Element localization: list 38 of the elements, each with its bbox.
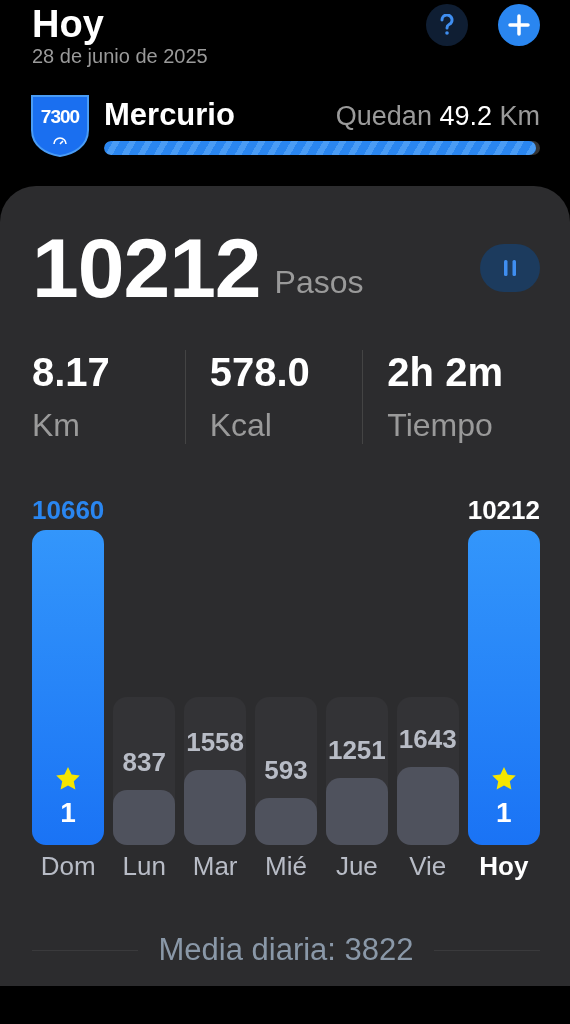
- step-unit: Pasos: [274, 263, 364, 301]
- stat-value: 8.17: [32, 350, 111, 395]
- help-button[interactable]: [426, 4, 468, 46]
- bar-value: 1643: [397, 723, 458, 755]
- step-count: 10212: [32, 226, 261, 310]
- goal-badge: 7300: [30, 94, 90, 158]
- bar-value: 10660: [32, 495, 105, 526]
- star-count: 1: [496, 797, 512, 829]
- stat-unit: Tiempo: [387, 407, 494, 444]
- day-label[interactable]: Dom: [40, 851, 96, 882]
- plus-icon: [508, 14, 530, 36]
- day-label[interactable]: Mar: [192, 851, 238, 882]
- pause-button[interactable]: [480, 244, 540, 292]
- day-label[interactable]: Jue: [335, 851, 378, 882]
- bar-value: 10212: [467, 495, 540, 526]
- stat-value: 578.0: [209, 350, 311, 395]
- stat-unit: Km: [32, 407, 81, 444]
- star-count: 1: [60, 797, 76, 829]
- star-icon: [490, 766, 517, 791]
- bar-value: 593: [263, 754, 309, 786]
- day-label[interactable]: Lun: [122, 851, 166, 882]
- question-icon: [440, 14, 454, 36]
- bar-value: 1251: [326, 735, 387, 767]
- bar-value: 837: [121, 747, 167, 779]
- star-icon: [55, 766, 82, 791]
- day-label[interactable]: Vie: [409, 851, 447, 882]
- stat-value: 2h 2m: [387, 350, 504, 395]
- goal-name: Mercurio: [104, 97, 235, 133]
- day-label[interactable]: Hoy: [479, 851, 529, 882]
- remaining-distance: Quedan 49.2 Km: [335, 101, 540, 132]
- pause-icon: [504, 260, 516, 276]
- stat-unit: Kcal: [209, 407, 273, 444]
- bar-value: 1558: [185, 726, 246, 758]
- add-button[interactable]: [498, 4, 540, 46]
- daily-average: Media diaria: 3822: [158, 932, 414, 968]
- date-label: 28 de junio de 2025: [32, 45, 208, 68]
- day-label[interactable]: Mié: [265, 851, 307, 882]
- page-title: Hoy: [32, 4, 105, 44]
